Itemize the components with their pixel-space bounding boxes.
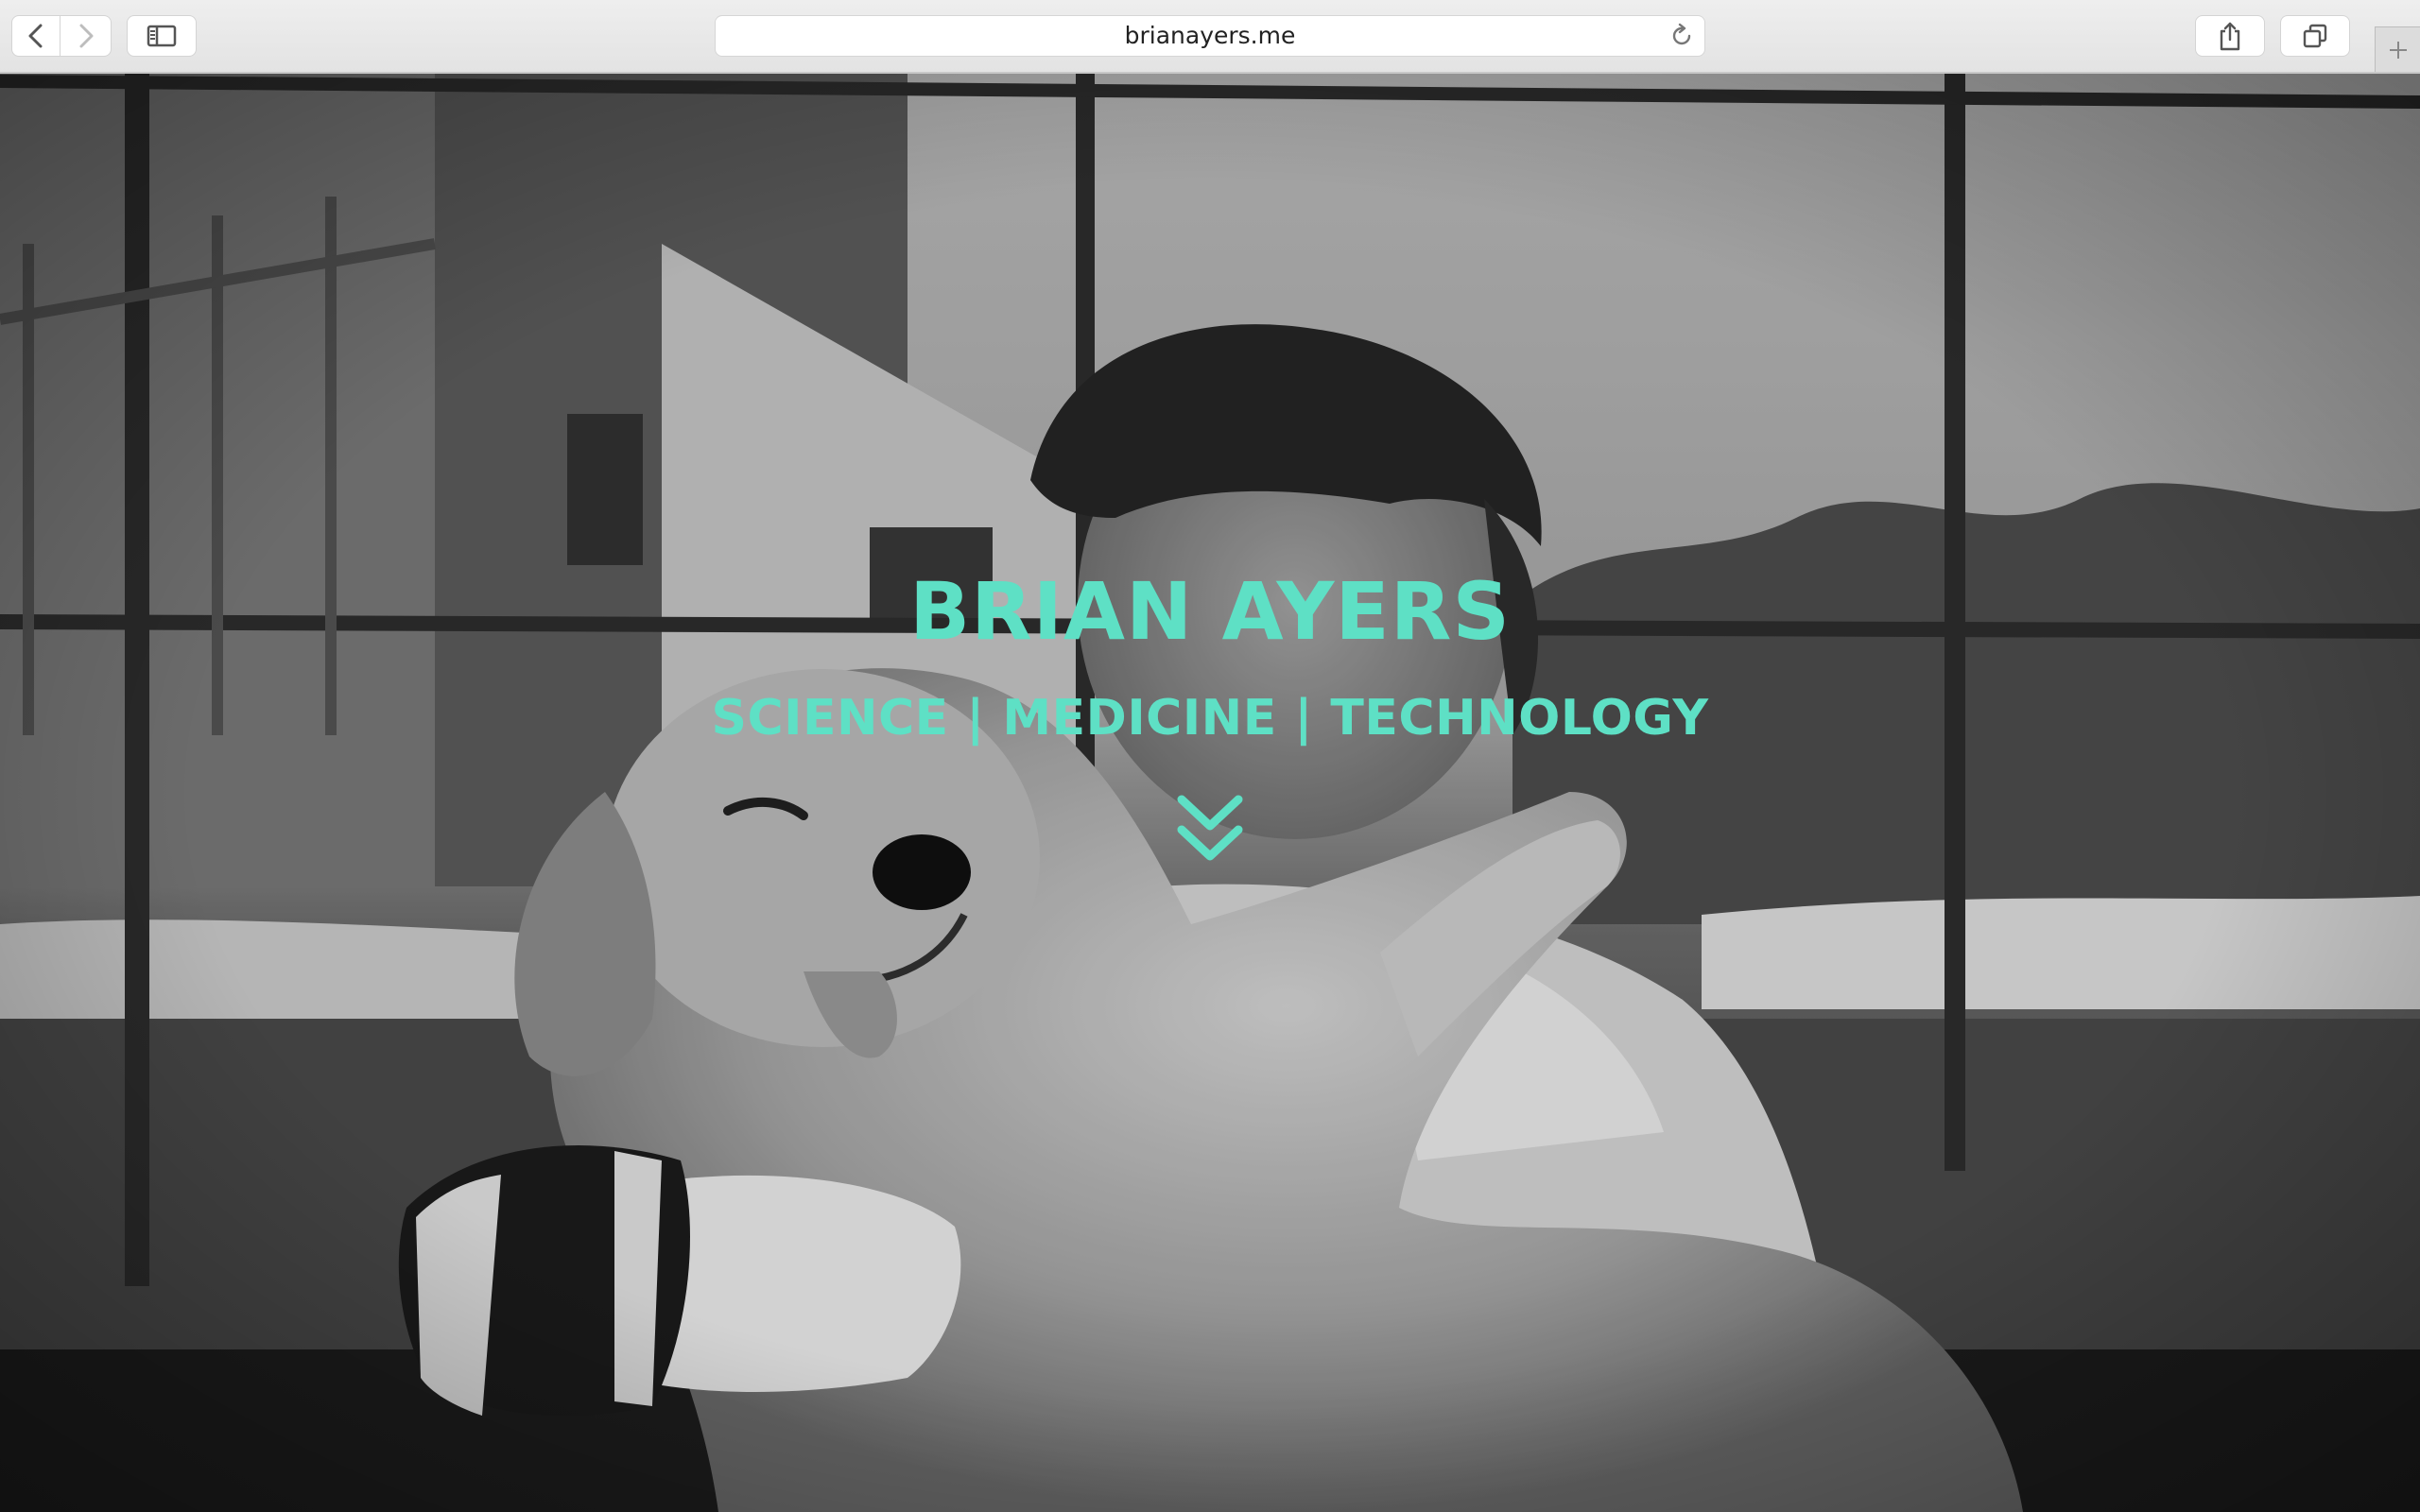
share-button[interactable] xyxy=(2195,15,2265,57)
chevron-right-icon xyxy=(79,24,93,48)
url-text: brianayers.me xyxy=(1124,22,1296,49)
sidebar-icon xyxy=(147,25,177,47)
new-tab-button[interactable] xyxy=(2375,26,2420,72)
back-button[interactable] xyxy=(11,15,60,57)
share-icon xyxy=(2220,22,2240,51)
sidebar-button[interactable] xyxy=(127,15,197,57)
address-bar[interactable]: brianayers.me xyxy=(715,15,1705,57)
browser-toolbar: brianayers.me xyxy=(0,0,2420,74)
chevron-left-icon xyxy=(28,24,43,48)
reload-icon[interactable] xyxy=(1668,23,1695,49)
hero-title: BRIAN AYERS xyxy=(909,565,1511,658)
hero-subtitle: SCIENCE | MEDICINE | TECHNOLOGY xyxy=(711,690,1709,747)
tabs-overview-icon xyxy=(2303,24,2327,48)
page-viewport: BRIAN AYERS SCIENCE | MEDICINE | TECHNOL… xyxy=(0,74,2420,1512)
double-chevron-down-icon[interactable] xyxy=(1172,792,1248,868)
forward-button[interactable] xyxy=(60,15,112,57)
tabs-overview-button[interactable] xyxy=(2280,15,2350,57)
plus-icon xyxy=(2389,41,2407,59)
